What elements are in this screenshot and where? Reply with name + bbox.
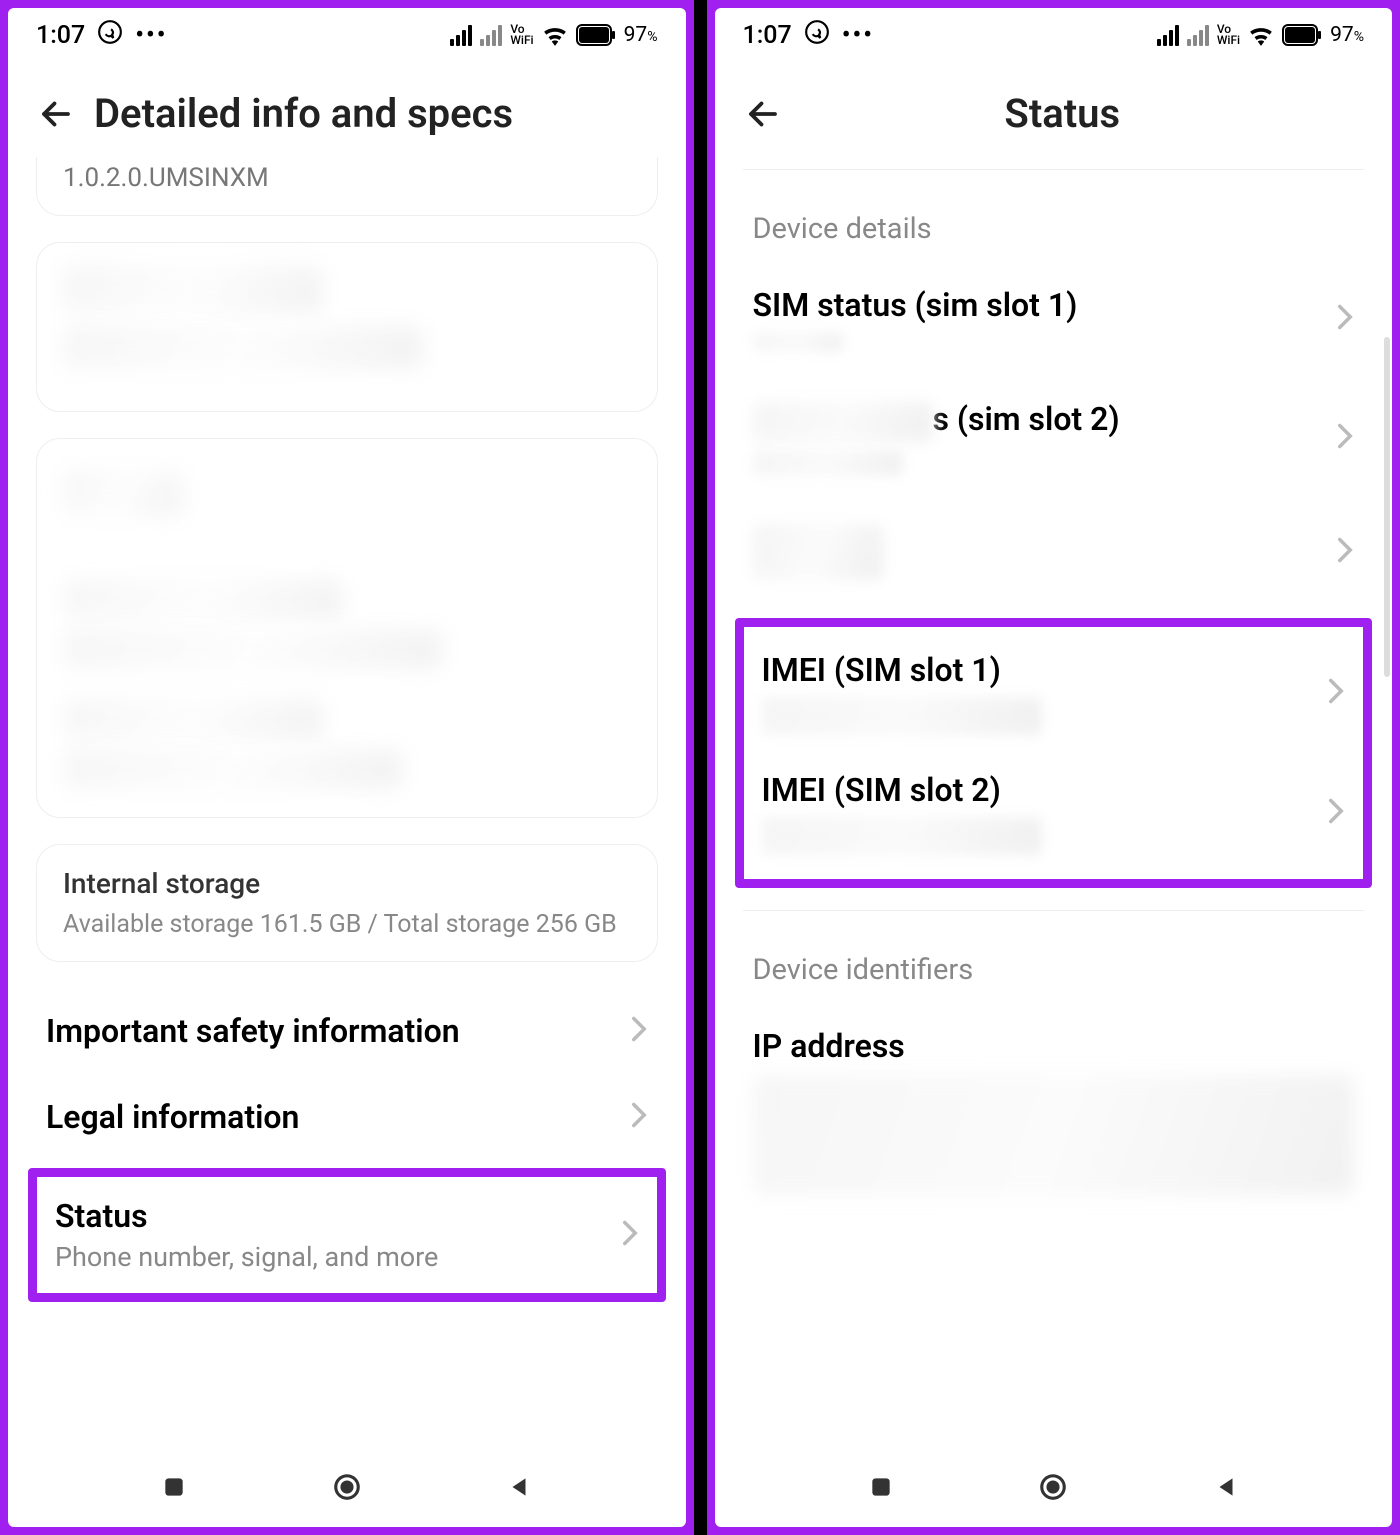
status-row[interactable]: Status Phone number, signal, and more — [45, 1183, 649, 1287]
ip-address-row[interactable]: IP address — [743, 1003, 1365, 1201]
chevron-right-icon — [1327, 677, 1345, 709]
vowifi-icon: VoWiFi — [510, 24, 533, 46]
sim-status-2-row[interactable]: s (sim slot 2) — [743, 376, 1365, 500]
chevron-right-icon — [630, 1015, 648, 1047]
signal-sim2-icon — [480, 24, 502, 46]
status-highlight: Status Phone number, signal, and more — [28, 1168, 666, 1302]
section-device-details: Device details — [743, 182, 1365, 262]
storage-card[interactable]: Internal storage Available storage 161.5… — [36, 844, 658, 962]
safety-info-row[interactable]: Important safety information — [36, 988, 658, 1074]
redacted-prefix — [753, 402, 933, 442]
sim-status-1-label: SIM status (sim slot 1) — [753, 286, 1337, 324]
status-time: 1:07 — [36, 21, 85, 50]
sim-status-1-row[interactable]: SIM status (sim slot 1) — [743, 262, 1365, 376]
status-subtitle: Phone number, signal, and more — [55, 1241, 621, 1273]
nav-back-button[interactable] — [1209, 1470, 1243, 1504]
battery-percentage: 97% — [624, 23, 658, 47]
sim-status-2-label: s (sim slot 2) — [753, 400, 1337, 442]
nav-recent-button[interactable] — [864, 1470, 898, 1504]
wifi-icon — [542, 24, 568, 46]
scroll-indicator[interactable] — [1384, 337, 1390, 677]
redacted-imei-2 — [762, 817, 1042, 855]
version-card: 1.0.2.0.UMSINXM — [36, 157, 658, 216]
legal-info-row[interactable]: Legal information — [36, 1074, 658, 1160]
chevron-right-icon — [1336, 422, 1354, 454]
back-button[interactable] — [36, 94, 76, 134]
chevron-right-icon — [1327, 797, 1345, 829]
status-label: Status — [55, 1197, 621, 1235]
redacted-value — [753, 450, 903, 476]
nav-bar — [8, 1447, 686, 1527]
imei-2-row[interactable]: IMEI (SIM slot 2) — [752, 753, 1356, 873]
header: Status — [715, 62, 1393, 157]
battery-icon — [1282, 24, 1322, 46]
whatsapp-icon — [97, 19, 123, 52]
legal-info-label: Legal information — [46, 1098, 630, 1136]
nav-bar — [715, 1447, 1393, 1527]
status-bar: 1:07 ••• VoWiFi 97% — [715, 8, 1393, 62]
signal-sim2-icon — [1187, 24, 1209, 46]
chevron-right-icon — [621, 1219, 639, 1251]
nav-home-button[interactable] — [1036, 1470, 1070, 1504]
phone-right: 1:07 ••• VoWiFi 97% Status Device d — [715, 8, 1393, 1527]
more-icon: ••• — [842, 21, 874, 50]
chevron-right-icon — [1336, 303, 1354, 335]
redacted-row[interactable] — [743, 500, 1365, 604]
imei-highlight: IMEI (SIM slot 1) IMEI (SIM slot 2) — [735, 618, 1373, 888]
page-title: Status — [761, 90, 1365, 137]
nav-home-button[interactable] — [330, 1470, 364, 1504]
imei-2-label: IMEI (SIM slot 2) — [762, 771, 1328, 809]
more-icon: ••• — [135, 21, 167, 50]
storage-subtitle: Available storage 161.5 GB / Total stora… — [63, 910, 631, 939]
battery-icon — [576, 24, 616, 46]
status-bar: 1:07 ••• VoWiFi 97% — [8, 8, 686, 62]
battery-percentage: 97% — [1330, 23, 1364, 47]
redacted-ip-value — [753, 1075, 1355, 1195]
signal-sim1-icon — [450, 24, 472, 46]
section-device-identifiers: Device identifiers — [743, 923, 1365, 1003]
wifi-icon — [1248, 24, 1274, 46]
redacted-card-2 — [36, 438, 658, 818]
screenshot-divider — [694, 0, 707, 1535]
redacted-imei-1 — [762, 697, 1042, 735]
chevron-right-icon — [1336, 536, 1354, 568]
redacted-value — [753, 332, 843, 352]
vowifi-icon: VoWiFi — [1217, 24, 1240, 46]
page-title: Detailed info and specs — [94, 90, 513, 137]
status-time: 1:07 — [743, 21, 792, 50]
version-text: 1.0.2.0.UMSINXM — [63, 163, 631, 193]
ip-address-label: IP address — [753, 1027, 1355, 1065]
imei-1-row[interactable]: IMEI (SIM slot 1) — [752, 633, 1356, 753]
nav-recent-button[interactable] — [157, 1470, 191, 1504]
nav-back-button[interactable] — [502, 1470, 536, 1504]
redacted-label — [753, 524, 883, 580]
imei-1-label: IMEI (SIM slot 1) — [762, 651, 1328, 689]
header: Detailed info and specs — [8, 62, 686, 157]
redacted-card-1 — [36, 242, 658, 412]
storage-title: Internal storage — [63, 867, 631, 900]
safety-info-label: Important safety information — [46, 1012, 630, 1050]
chevron-right-icon — [630, 1101, 648, 1133]
whatsapp-icon — [804, 19, 830, 52]
signal-sim1-icon — [1157, 24, 1179, 46]
phone-left: 1:07 ••• VoWiFi 97% Detailed info and sp… — [8, 8, 686, 1527]
